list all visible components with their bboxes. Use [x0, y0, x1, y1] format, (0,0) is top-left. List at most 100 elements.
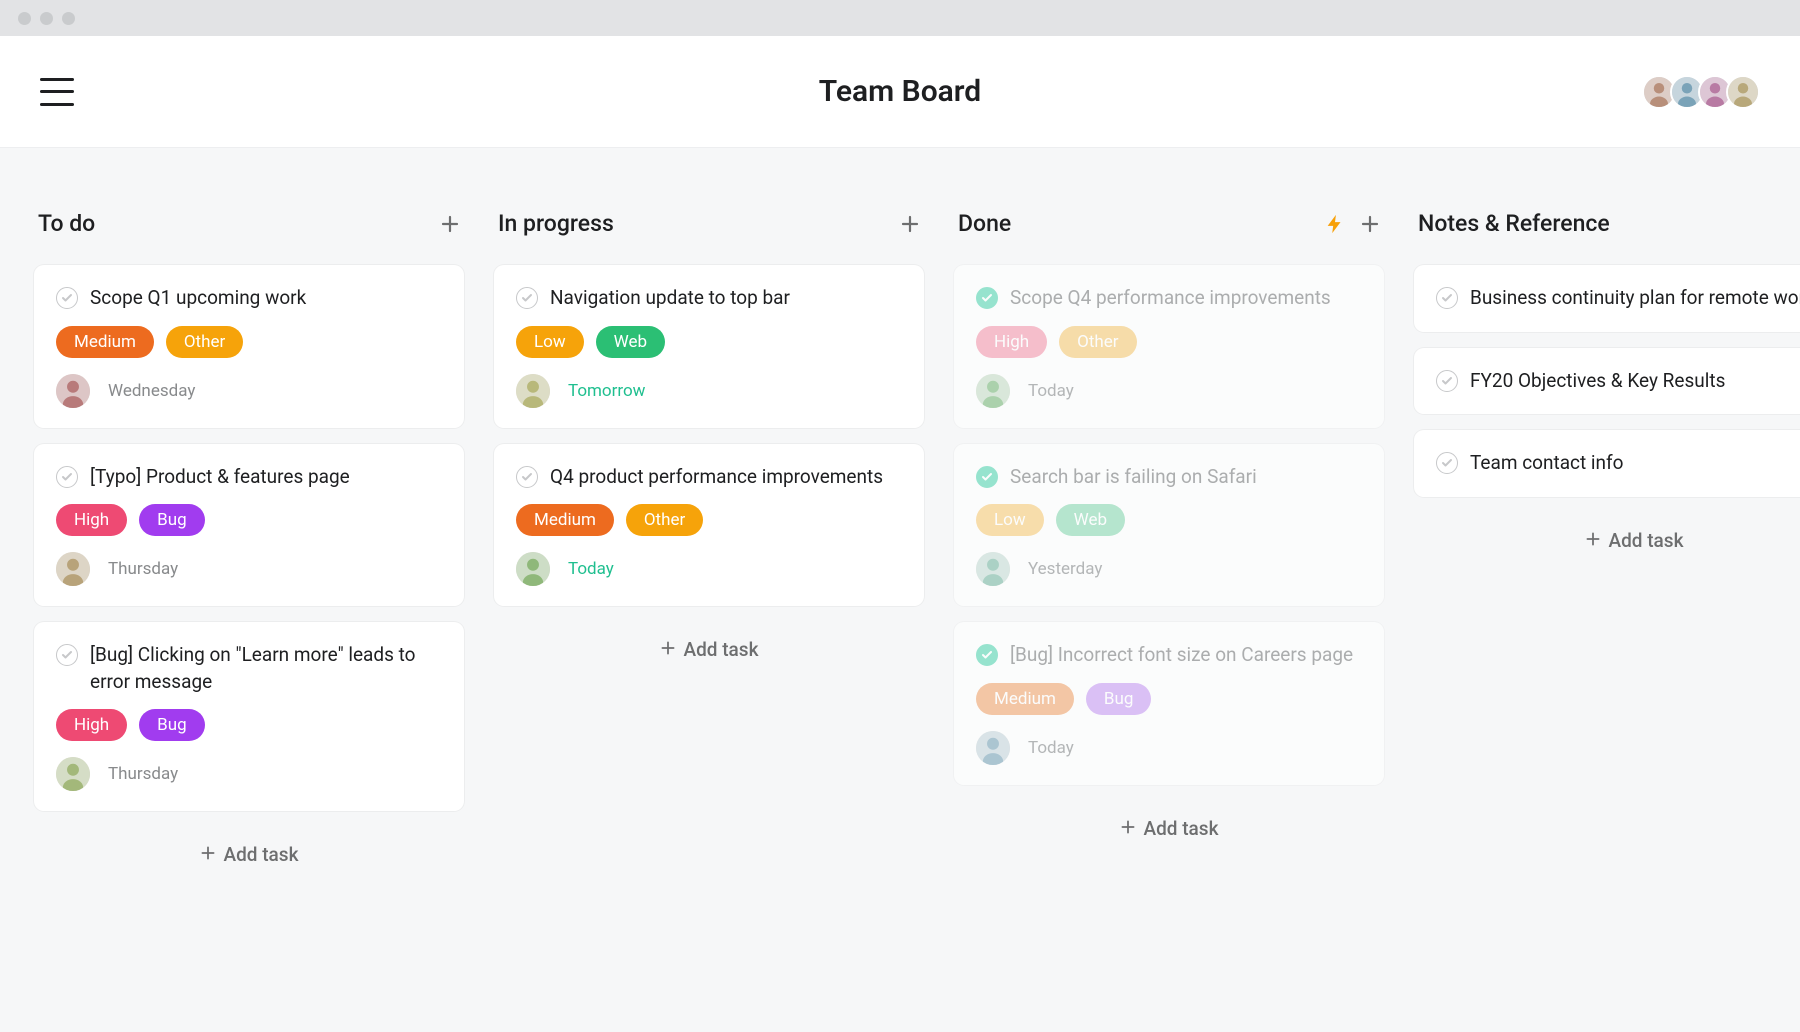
tag-pill[interactable]: Web: [1056, 504, 1125, 536]
card-title-row: [Bug] Incorrect font size on Careers pag…: [976, 642, 1362, 669]
complete-check-icon[interactable]: [1436, 452, 1458, 474]
task-card[interactable]: Team contact info: [1414, 430, 1800, 497]
kanban-column: To doScope Q1 upcoming workMediumOtherWe…: [34, 210, 464, 1032]
card-title: [Typo] Product & features page: [90, 464, 350, 491]
card-title-row: Q4 product performance improvements: [516, 464, 902, 491]
add-task-button[interactable]: Add task: [494, 622, 924, 677]
column-title: To do: [38, 210, 95, 237]
tag-pill[interactable]: Low: [976, 504, 1044, 536]
task-card[interactable]: [Bug] Incorrect font size on Careers pag…: [954, 622, 1384, 785]
card-meta: Tomorrow: [516, 374, 902, 408]
complete-check-icon[interactable]: [56, 644, 78, 666]
task-card[interactable]: Search bar is failing on SafariLowWebYes…: [954, 444, 1384, 607]
complete-check-icon[interactable]: [976, 644, 998, 666]
assignee-avatar[interactable]: [976, 552, 1010, 586]
tag-pill[interactable]: Bug: [1086, 683, 1152, 715]
card-title-row: [Typo] Product & features page: [56, 464, 442, 491]
add-task-label: Add task: [684, 638, 759, 661]
complete-check-icon[interactable]: [1436, 370, 1458, 392]
assignee-avatar[interactable]: [56, 374, 90, 408]
kanban-column: Done Scope Q4 performance improvements Hig…: [954, 210, 1384, 1032]
card-tags: High Bug: [56, 504, 442, 536]
add-task-button[interactable]: Add task: [954, 801, 1384, 856]
task-card[interactable]: [Typo] Product & features pageHighBugThu…: [34, 444, 464, 607]
assignee-avatar[interactable]: [56, 552, 90, 586]
card-meta: Today: [976, 374, 1362, 408]
card-tags: High Bug: [56, 709, 442, 741]
tag-pill[interactable]: Medium: [56, 326, 154, 358]
tag-pill[interactable]: Low: [516, 326, 584, 358]
card-tags: Low Web: [976, 504, 1362, 536]
kanban-column: In progressNavigation update to top barL…: [494, 210, 924, 1032]
assignee-avatar[interactable]: [976, 731, 1010, 765]
card-title-row: Scope Q4 performance improvements: [976, 285, 1362, 312]
add-card-icon[interactable]: [1360, 214, 1380, 234]
card-title: [Bug] Clicking on "Learn more" leads to …: [90, 642, 442, 695]
traffic-light-zoom[interactable]: [62, 12, 75, 25]
complete-check-icon[interactable]: [56, 466, 78, 488]
task-card[interactable]: Navigation update to top barLowWebTomorr…: [494, 265, 924, 428]
tag-pill[interactable]: High: [976, 326, 1047, 358]
menu-icon[interactable]: [40, 78, 74, 106]
task-card[interactable]: [Bug] Clicking on "Learn more" leads to …: [34, 622, 464, 811]
column-header: Done: [954, 210, 1384, 237]
complete-check-icon[interactable]: [56, 287, 78, 309]
add-task-button[interactable]: Add task: [1414, 513, 1800, 568]
tag-pill[interactable]: Medium: [976, 683, 1074, 715]
add-task-button[interactable]: Add task: [34, 827, 464, 882]
traffic-light-close[interactable]: [18, 12, 31, 25]
tag-pill[interactable]: Web: [596, 326, 665, 358]
complete-check-icon[interactable]: [976, 287, 998, 309]
add-task-label: Add task: [224, 843, 299, 866]
complete-check-icon[interactable]: [516, 287, 538, 309]
tag-pill[interactable]: Medium: [516, 504, 614, 536]
card-title-row: FY20 Objectives & Key Results: [1436, 368, 1800, 395]
assignee-avatar[interactable]: [516, 552, 550, 586]
column-title: In progress: [498, 210, 614, 237]
card-tags: Medium Other: [516, 504, 902, 536]
task-card[interactable]: FY20 Objectives & Key Results: [1414, 348, 1800, 415]
kanban-column: Notes & Reference Business continuity pla…: [1414, 210, 1800, 1032]
due-date: Today: [1028, 381, 1074, 401]
card-tags: High Other: [976, 326, 1362, 358]
task-card[interactable]: Scope Q1 upcoming workMediumOtherWednesd…: [34, 265, 464, 428]
column-actions: [1324, 213, 1380, 235]
card-meta: Thursday: [56, 757, 442, 791]
assignee-avatar[interactable]: [516, 374, 550, 408]
assignee-avatar[interactable]: [976, 374, 1010, 408]
assignee-avatar[interactable]: [56, 757, 90, 791]
tag-pill[interactable]: Bug: [139, 709, 205, 741]
tag-pill[interactable]: Other: [1059, 326, 1136, 358]
complete-check-icon[interactable]: [516, 466, 538, 488]
card-title: Scope Q4 performance improvements: [1010, 285, 1331, 312]
tag-pill[interactable]: Other: [626, 504, 703, 536]
card-title: Business continuity plan for remote work: [1470, 285, 1800, 312]
automation-bolt-icon[interactable]: [1324, 213, 1346, 235]
column-header: Notes & Reference: [1414, 210, 1800, 237]
due-date: Tomorrow: [568, 381, 645, 401]
card-title: Team contact info: [1470, 450, 1623, 477]
tag-pill[interactable]: Other: [166, 326, 243, 358]
card-tags: Low Web: [516, 326, 902, 358]
traffic-light-minimize[interactable]: [40, 12, 53, 25]
complete-check-icon[interactable]: [976, 466, 998, 488]
column-actions: [900, 214, 920, 234]
due-date: Wednesday: [108, 381, 195, 401]
tag-pill[interactable]: Bug: [139, 504, 205, 536]
tag-pill[interactable]: High: [56, 504, 127, 536]
collaborator-avatar[interactable]: [1726, 75, 1760, 109]
task-card[interactable]: Q4 product performance improvements Mediu…: [494, 444, 924, 607]
plus-icon: [1120, 817, 1136, 840]
add-card-icon[interactable]: [900, 214, 920, 234]
window-titlebar: [0, 0, 1800, 36]
task-card[interactable]: Scope Q4 performance improvements High Oth…: [954, 265, 1384, 428]
card-title: FY20 Objectives & Key Results: [1470, 368, 1725, 395]
card-title: [Bug] Incorrect font size on Careers pag…: [1010, 642, 1353, 669]
add-card-icon[interactable]: [440, 214, 460, 234]
task-card[interactable]: Business continuity plan for remote work: [1414, 265, 1800, 332]
plus-icon: [1585, 529, 1601, 552]
collaborator-avatars[interactable]: [1648, 75, 1760, 109]
complete-check-icon[interactable]: [1436, 287, 1458, 309]
tag-pill[interactable]: High: [56, 709, 127, 741]
due-date: Thursday: [108, 764, 178, 784]
